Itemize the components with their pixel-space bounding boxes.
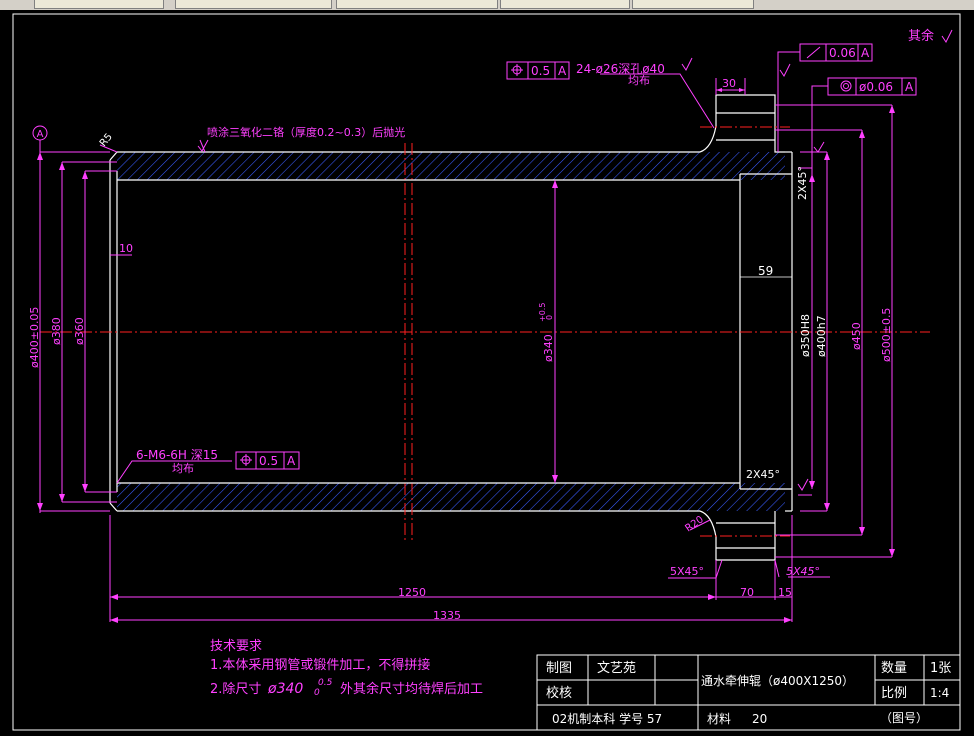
requirements-line1: 1.本体采用钢管或锻件加工，不得拼接	[210, 657, 430, 673]
wall-top-hatch	[117, 152, 785, 180]
form-tol-datum: A	[861, 46, 870, 60]
pos-tol-holes-datum: A	[558, 64, 567, 78]
title-qty-label: 数量	[881, 661, 907, 676]
window-top-strip	[0, 0, 974, 10]
title-part-name: 通水牵伸辊（ø400X1250）	[701, 674, 854, 688]
requirements-title: 技术要求	[210, 639, 262, 654]
title-drawn-label: 制图	[546, 661, 572, 676]
dim-chamfer-bottom: 2X45°	[746, 468, 780, 481]
title-scale-label: 比例	[881, 686, 907, 701]
wall-bottom-hatch	[117, 483, 785, 511]
runout-tol-value: ø0.06	[859, 80, 893, 94]
title-drawn-by: 文艺苑	[597, 661, 636, 676]
requirements-line2-prefix: 2.除尺寸	[210, 682, 261, 697]
coating-note: 喷涂三氧化二铬（厚度0.2~0.3）后抛光	[207, 125, 405, 139]
dim-d380: ø380	[50, 317, 63, 345]
dim-15: 15	[778, 586, 792, 599]
requirements-line2-suffix: 外其余尺寸均待焊后加工	[340, 681, 483, 697]
title-material-label: 材料	[707, 712, 731, 726]
threads-note: 6-M6-6H 深15	[136, 448, 218, 462]
tab-1[interactable]	[34, 0, 164, 9]
dim-59: 59	[758, 264, 773, 278]
drawing-canvas[interactable]: A 0.06 A ø0.06 A 0.5 A 0.5 A 其余 24-ø26深孔…	[0, 10, 974, 732]
dim-chamfer-top: 2X45°	[796, 166, 809, 200]
surface-finish-marks	[197, 29, 953, 491]
dim-d400-tol: ø400±0.05	[28, 307, 41, 368]
dim-r5: R5	[98, 132, 115, 149]
drawing-border	[12, 13, 961, 731]
title-drawing-no: （图号）	[880, 711, 928, 725]
form-tol-value: 0.06	[829, 46, 856, 60]
dim-1335: 1335	[433, 609, 461, 622]
tab-2[interactable]	[175, 0, 332, 9]
pos-tol-threads-value: 0.5	[259, 454, 278, 468]
cad-drawing: A 0.06 A ø0.06 A 0.5 A 0.5 A 其余 24-ø26深孔…	[12, 13, 961, 731]
dim-d340-sub: 0	[545, 315, 554, 320]
gdt-frames	[235, 43, 917, 470]
requirements-line2-dim: ø340	[267, 681, 303, 697]
pos-tol-threads-datum: A	[287, 454, 296, 468]
title-checked-label: 校核	[546, 685, 572, 701]
other-finish-note: 其余	[908, 28, 934, 44]
dim-d350h8: ø350H8	[799, 314, 812, 357]
dim-d500-tol: ø500±0.5	[880, 308, 893, 362]
dim-1250: 1250	[398, 586, 426, 599]
holes-note-sub: 均布	[628, 74, 650, 87]
datum-label: A	[37, 129, 44, 140]
title-scale-value: 1:4	[930, 686, 949, 700]
dim-chamfer-right: 5X45°	[786, 565, 820, 578]
requirements-line2-sup: 0.5	[318, 678, 333, 688]
tab-4[interactable]	[500, 0, 630, 9]
runout-tol-datum: A	[905, 80, 914, 94]
threads-note-sub: 均布	[172, 462, 194, 475]
dim-30: 30	[722, 77, 736, 90]
dim-d360: ø360	[73, 317, 86, 345]
dim-chamfer-left: 5X45°	[670, 565, 704, 578]
title-qty-value: 1张	[930, 661, 951, 676]
dim-d450: ø450	[850, 322, 863, 350]
dim-d340: ø340	[542, 334, 555, 362]
title-class-info: 02机制本科 学号 57	[552, 711, 662, 726]
pos-tol-holes-value: 0.5	[531, 64, 550, 78]
dim-70: 70	[740, 586, 754, 599]
tab-3[interactable]	[336, 0, 498, 9]
requirements-line2-sub: 0	[314, 688, 320, 698]
dim-r20: R20	[683, 514, 705, 534]
tab-5[interactable]	[632, 0, 754, 9]
holes-note: 24-ø26深孔ø40	[576, 62, 665, 76]
title-material-value: 20	[752, 712, 767, 726]
dim-10: 10	[119, 242, 133, 255]
dim-d400h7: ø400h7	[815, 315, 828, 357]
